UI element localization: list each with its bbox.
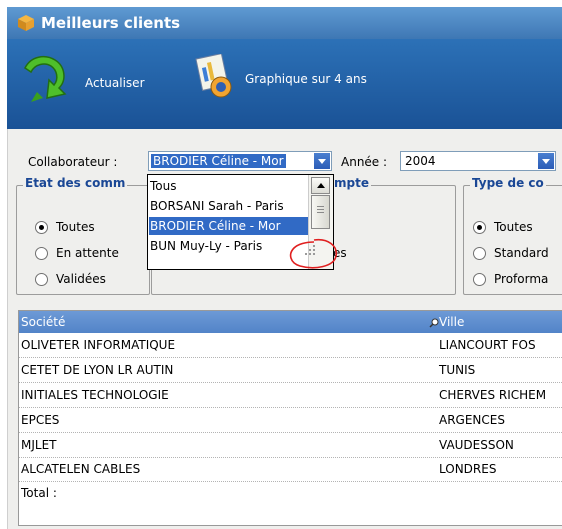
package-icon	[17, 14, 35, 32]
table-total-row: Total :	[19, 481, 562, 505]
dropdown-option[interactable]: BORSANI Sarah - Paris	[149, 197, 308, 215]
cell-ville: VAUDESSON	[439, 438, 514, 452]
refresh-arrow-icon	[21, 54, 73, 111]
chevron-down-icon[interactable]	[538, 153, 554, 169]
annee-label: Année :	[341, 155, 388, 169]
dropdown-option-selected[interactable]: BRODIER Céline - Mor	[149, 217, 308, 235]
cell-societe: ALCATELEN CABLES	[21, 462, 141, 476]
radio-label: Standard	[494, 246, 549, 260]
chart-label: Graphique sur 4 ans	[245, 71, 367, 86]
radio-icon	[473, 246, 486, 260]
cell-societe: INITIALES TECHNOLOGIE	[21, 388, 169, 402]
etat-group-title: Etat des comm	[23, 176, 128, 190]
title-bar: Meilleurs clients	[7, 7, 562, 39]
radio-label: En attente	[56, 246, 119, 260]
table-row[interactable]: EPCES ARGENCES	[19, 408, 562, 433]
collaborateur-select[interactable]: BRODIER Céline - Mor	[148, 151, 332, 171]
radio-icon	[473, 272, 486, 286]
radio-icon	[35, 246, 48, 260]
dropdown-option[interactable]: Tous	[149, 177, 308, 195]
table-row[interactable]: CETET DE LYON LR AUTIN TUNIS	[19, 358, 562, 383]
clients-table: Société Ville OLIVETER INFORMATIQUE LIANC…	[18, 310, 562, 526]
annee-value: 2004	[405, 154, 436, 168]
scroll-thumb[interactable]	[311, 195, 330, 229]
radio-icon	[35, 272, 48, 286]
cell-ville: ARGENCES	[439, 413, 505, 427]
cell-societe: OLIVETER INFORMATIQUE	[21, 338, 176, 352]
annee-select[interactable]: 2004	[400, 151, 556, 171]
column-header-ville[interactable]: Ville	[439, 315, 464, 329]
scroll-up-icon[interactable]	[311, 177, 330, 194]
cell-ville: LONDRES	[439, 462, 497, 476]
table-row[interactable]: MJLET VAUDESSON	[19, 433, 562, 458]
cell-ville: CHERVES RICHEM	[439, 388, 547, 402]
type-radio-proforma[interactable]: Proforma	[473, 272, 548, 286]
window: Meilleurs clients Actualiser Graphique s…	[0, 0, 562, 529]
total-label: Total :	[21, 486, 57, 500]
compte-group-title: mpte	[332, 176, 371, 190]
chart-4-years-button[interactable]: Graphique sur 4 ans	[193, 53, 367, 103]
refresh-label: Actualiser	[85, 75, 145, 90]
cell-ville: TUNIS	[439, 363, 476, 377]
toolbar: Actualiser Graphique sur 4 ans	[7, 39, 562, 129]
radio-label: Proforma	[494, 272, 549, 286]
cell-ville: LIANCOURT FOS	[439, 338, 536, 352]
cell-societe: CETET DE LYON LR AUTIN	[21, 363, 174, 377]
chart-document-icon	[193, 53, 235, 103]
table-header: Société Ville	[19, 311, 562, 333]
annotation-circle	[284, 236, 342, 272]
radio-label: Toutes	[494, 220, 533, 234]
radio-label: Toutes	[56, 220, 95, 234]
type-radio-toutes[interactable]: Toutes	[473, 220, 533, 234]
etat-radio-toutes[interactable]: Toutes	[35, 220, 95, 234]
table-row[interactable]: OLIVETER INFORMATIQUE LIANCOURT FOS	[19, 333, 562, 358]
refresh-button[interactable]: Actualiser	[21, 54, 145, 111]
chevron-down-icon[interactable]	[314, 153, 330, 169]
table-row[interactable]: ALCATELEN CABLES LONDRES	[19, 457, 562, 482]
cell-societe: EPCES	[21, 413, 60, 427]
column-header-societe[interactable]: Société	[21, 315, 65, 329]
table-row[interactable]: INITIALES TECHNOLOGIE CHERVES RICHEM	[19, 383, 562, 408]
collaborateur-label: Collaborateur :	[28, 155, 118, 169]
cell-societe: MJLET	[21, 438, 57, 452]
radio-label: Validées	[56, 272, 106, 286]
collaborateur-value: BRODIER Céline - Mor	[151, 154, 286, 168]
window-title: Meilleurs clients	[41, 14, 181, 32]
radio-selected-icon	[35, 220, 48, 234]
etat-radio-en-attente[interactable]: En attente	[35, 246, 119, 260]
sort-search-icon[interactable]	[429, 317, 439, 328]
radio-selected-icon	[473, 220, 486, 234]
type-radio-standard[interactable]: Standard	[473, 246, 549, 260]
type-group-title: Type de co	[470, 176, 546, 190]
etat-radio-validees[interactable]: Validées	[35, 272, 106, 286]
